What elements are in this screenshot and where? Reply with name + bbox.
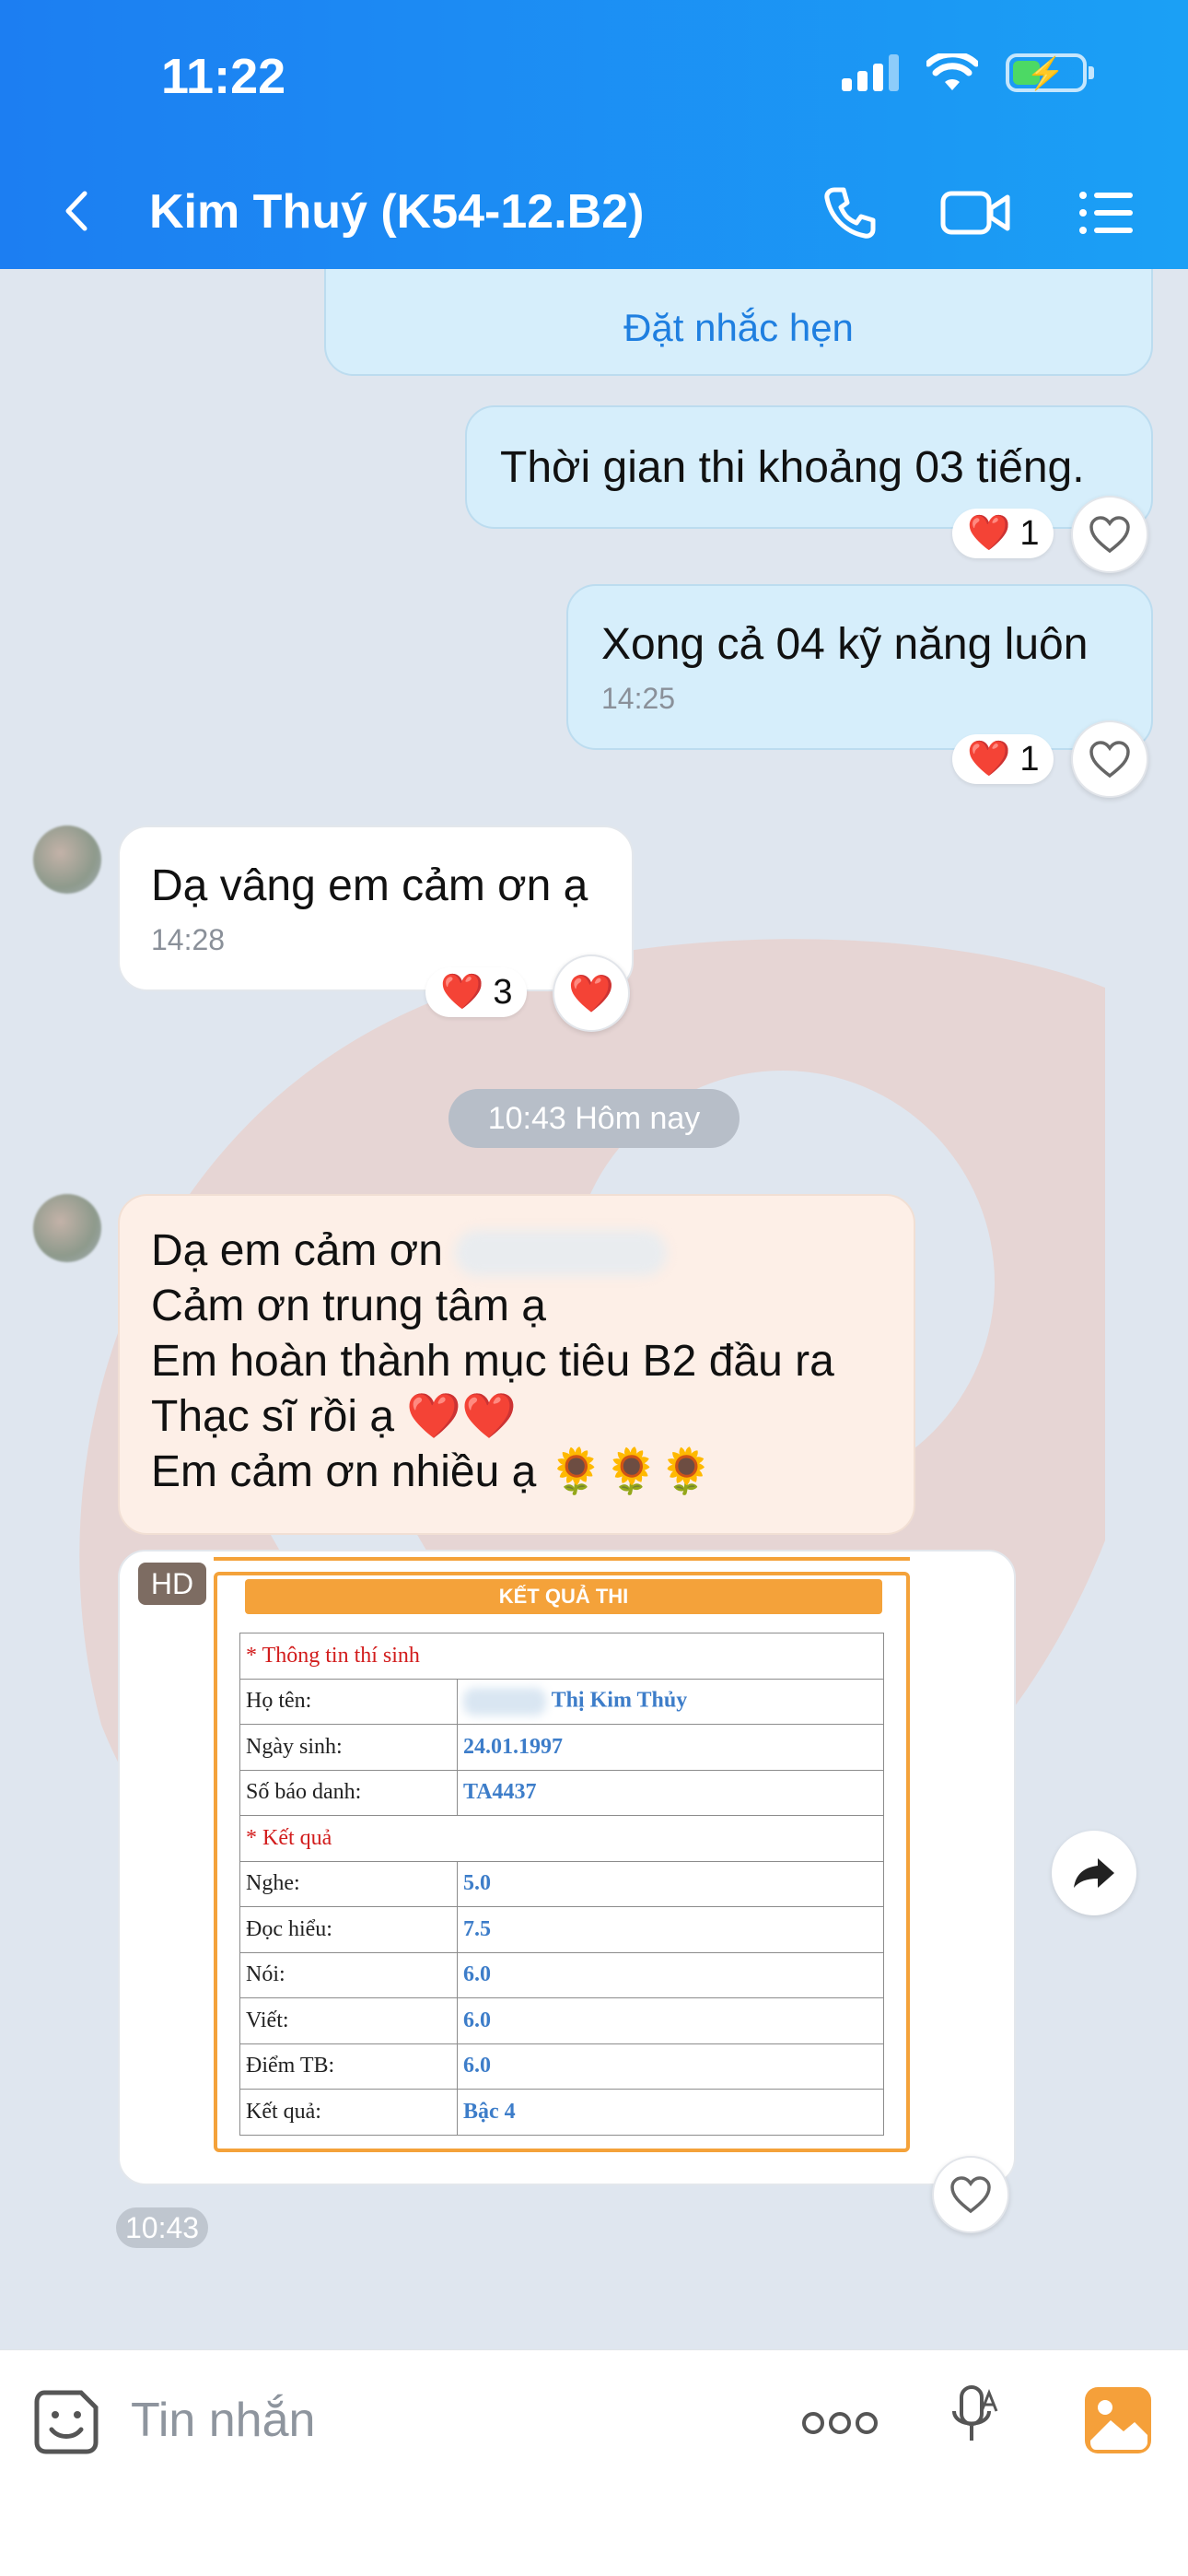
table-row: Điểm TB: 6.0: [239, 2043, 884, 2090]
table-row: Ngày sinh: 24.01.1997: [239, 1724, 884, 1771]
row-value: 7.5: [457, 1906, 884, 1953]
red-heart-icon: ❤️: [967, 514, 1011, 553]
reaction-count: 1: [1019, 739, 1040, 779]
wifi-icon: [926, 53, 978, 90]
chat-header: 11:22 ⚡ Kim Thuý (K54-12.B2): [0, 0, 1188, 269]
status-icons: ⚡: [842, 53, 1094, 92]
sticker-icon[interactable]: [31, 2387, 101, 2457]
outgoing-message[interactable]: Thời gian thi khoảng 03 tiếng.: [465, 405, 1153, 529]
message-text: Thời gian thi khoảng 03 tiếng.: [500, 443, 1085, 492]
row-label: Số báo danh:: [239, 1769, 458, 1816]
table-row: Kết quả: Bậc 4: [239, 2089, 884, 2136]
table-row: Họ tên: Thị Kim Thủy: [239, 1678, 884, 1725]
row-label: Ngày sinh:: [239, 1724, 458, 1771]
row-label: Đọc hiểu:: [239, 1906, 458, 1953]
message-composer: Tin nhắn: [0, 2349, 1188, 2576]
result-table: * Thông tin thí sinh Họ tên: Thị Kim Thủ…: [239, 1633, 884, 2136]
status-time: 11:22: [161, 49, 286, 104]
react-heart-button[interactable]: [1071, 496, 1148, 573]
phone-call-icon[interactable]: [818, 181, 882, 245]
row-label: Viết:: [239, 1997, 458, 2044]
exam-result-image: KẾT QUẢ THI * Thông tin thí sinh Họ tên:…: [214, 1572, 910, 2152]
more-options-icon[interactable]: [801, 2409, 879, 2437]
outgoing-message[interactable]: Xong cả 04 kỹ năng luôn 14:25: [566, 584, 1153, 750]
redacted-name: [455, 1230, 668, 1277]
reminder-card: Đặt nhắc hẹn: [324, 269, 1153, 376]
table-row: Viết: 6.0: [239, 1997, 884, 2044]
set-reminder-link[interactable]: Đặt nhắc hẹn: [326, 300, 1151, 356]
row-value: 6.0: [457, 2043, 884, 2090]
reaction-count: 3: [493, 972, 513, 1012]
voice-to-text-icon[interactable]: [949, 2383, 1000, 2457]
message-text: Em cảm ơn nhiều ạ 🌻🌻🌻: [151, 1447, 714, 1496]
message-text: Dạ em cảm ơn: [151, 1226, 443, 1275]
result-header: KẾT QUẢ THI: [245, 1579, 882, 1614]
message-time: 14:28: [151, 923, 226, 956]
forward-arrow-icon: [1074, 1858, 1114, 1888]
message-text: Dạ vâng em cảm ơn ạ: [151, 861, 588, 910]
red-heart-icon: ❤️: [440, 973, 484, 1012]
image-message[interactable]: HD KẾT QUẢ THI * Thông tin thí sinh Họ t…: [118, 1550, 1016, 2185]
table-row: Nói: 6.0: [239, 1951, 884, 1998]
message-list[interactable]: Đặt nhắc hẹn Thời gian thi khoảng 03 tiế…: [0, 269, 1188, 2349]
redacted-name: [463, 1687, 546, 1715]
section-title: * Kết quả: [239, 1815, 884, 1862]
message-text: Xong cả 04 kỹ năng luôn: [601, 620, 1089, 669]
red-heart-icon: ❤️: [568, 973, 614, 1014]
incoming-message[interactable]: Dạ vâng em cảm ơn ạ 14:28: [118, 825, 634, 991]
row-value: 5.0: [457, 1860, 884, 1907]
react-heart-button[interactable]: [1071, 720, 1148, 798]
row-value: Thị Kim Thủy: [551, 1688, 688, 1713]
table-row: Đọc hiểu: 7.5: [239, 1906, 884, 1953]
avatar[interactable]: [33, 825, 101, 894]
row-label: Họ tên:: [239, 1678, 458, 1725]
table-row: Nghe: 5.0: [239, 1860, 884, 1907]
menu-list-icon[interactable]: [1074, 181, 1138, 245]
reaction-count: 1: [1019, 513, 1040, 553]
video-call-icon[interactable]: [939, 181, 1013, 245]
avatar[interactable]: [33, 1194, 101, 1262]
row-label: Điểm TB:: [239, 2043, 458, 2090]
row-value: 24.01.1997: [457, 1724, 884, 1771]
row-label: Kết quả:: [239, 2089, 458, 2136]
cellular-signal-icon: [842, 54, 899, 91]
message-time: 10:43: [116, 2207, 209, 2248]
gallery-icon[interactable]: [1083, 2385, 1153, 2455]
row-label: Nghe:: [239, 1860, 458, 1907]
date-separator: 10:43 Hôm nay: [448, 1089, 740, 1148]
table-row: Số báo danh: TA4437: [239, 1769, 884, 1816]
back-icon[interactable]: [55, 188, 101, 234]
row-label: Nói:: [239, 1951, 458, 1998]
incoming-message[interactable]: Dạ em cảm ơn Cảm ơn trung tâm ạ Em hoàn …: [118, 1194, 915, 1535]
hd-badge: HD: [138, 1563, 206, 1605]
react-heart-button[interactable]: ❤️: [553, 954, 630, 1032]
section-title: * Thông tin thí sinh: [239, 1633, 884, 1680]
message-time: 14:25: [601, 682, 676, 715]
row-value: 6.0: [457, 1997, 884, 2044]
reaction-summary[interactable]: ❤️ 1: [952, 509, 1054, 558]
message-text: Em hoàn thành mục tiêu B2 đầu ra: [151, 1337, 834, 1386]
reaction-summary[interactable]: ❤️ 1: [952, 734, 1054, 784]
red-heart-icon: ❤️: [967, 740, 1011, 779]
battery-icon: ⚡: [1006, 53, 1094, 92]
row-value: 6.0: [457, 1951, 884, 1998]
conversation-title[interactable]: Kim Thuý (K54-12.B2): [149, 184, 644, 240]
message-text: Cảm ơn trung tâm ạ: [151, 1282, 546, 1330]
row-value: Bậc 4: [457, 2089, 884, 2136]
row-value: TA4437: [457, 1769, 884, 1816]
react-heart-button[interactable]: [932, 2156, 1009, 2233]
message-input[interactable]: Tin nhắn: [131, 2393, 315, 2448]
heart-outline-icon: [1089, 741, 1130, 779]
forward-button[interactable]: [1052, 1831, 1136, 1915]
heart-outline-icon: [950, 2176, 991, 2214]
heart-outline-icon: [1089, 516, 1130, 554]
reaction-summary[interactable]: ❤️ 3: [425, 967, 528, 1017]
message-text: Thạc sĩ rồi ạ ❤️❤️: [151, 1392, 517, 1441]
